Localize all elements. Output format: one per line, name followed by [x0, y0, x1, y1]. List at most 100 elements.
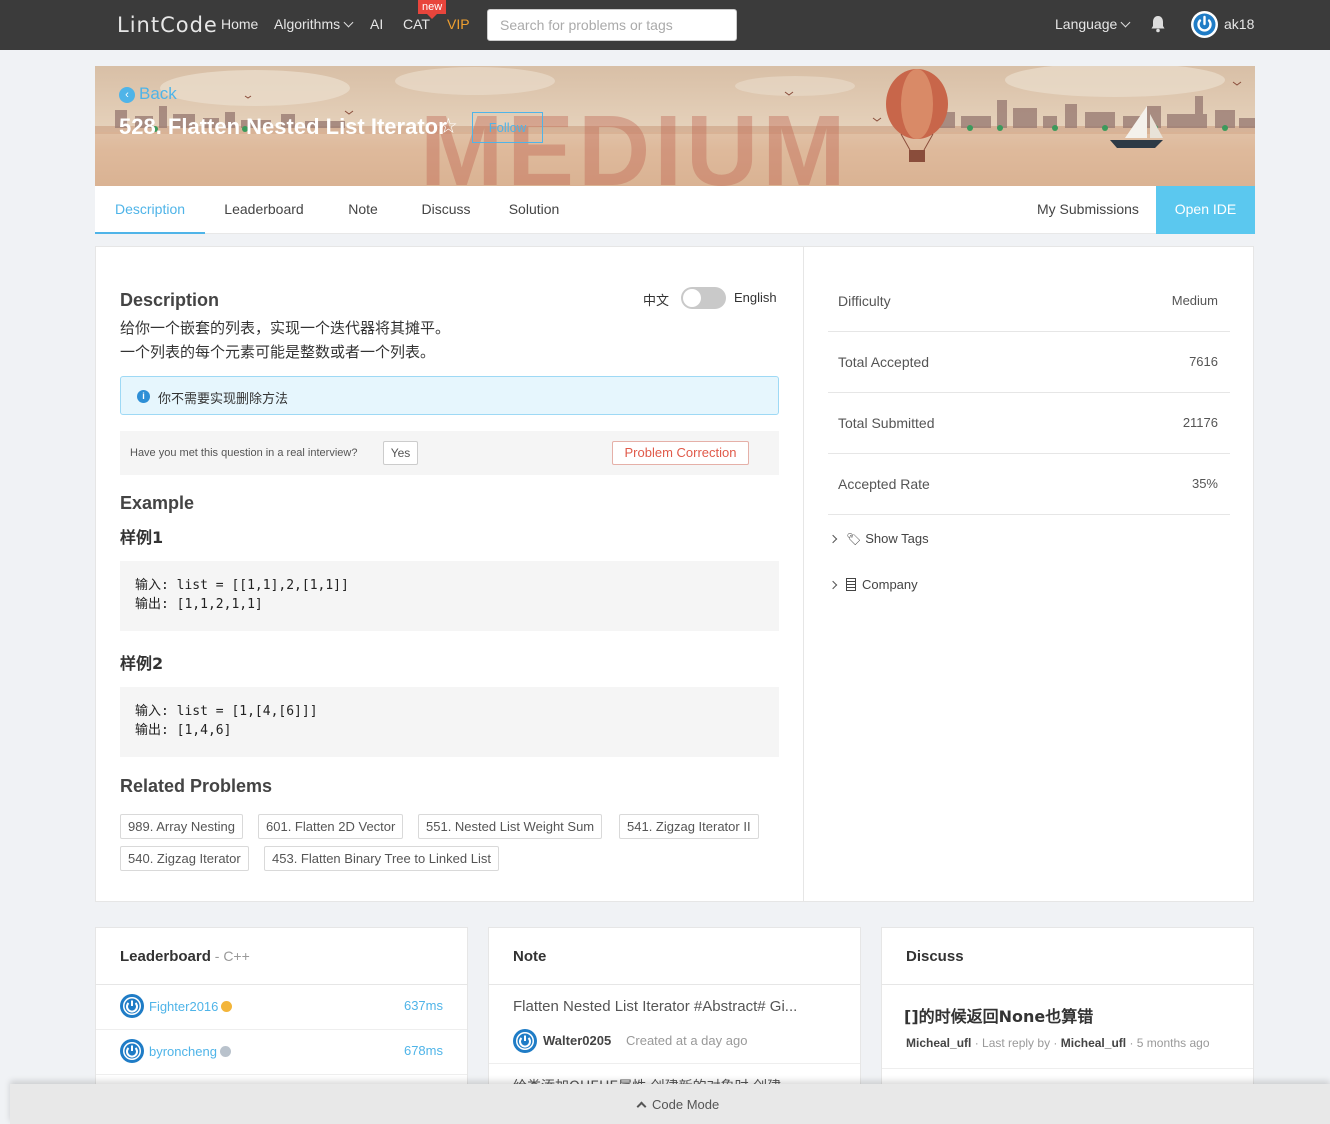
discuss-header: Discuss — [882, 928, 1253, 985]
tag-icon: 🏷 — [846, 532, 862, 546]
related-problem-tag[interactable]: 989. Array Nesting — [120, 814, 243, 839]
example-2-title: 样例2 — [120, 654, 164, 673]
divider — [882, 1068, 1253, 1069]
avatar — [120, 1039, 144, 1063]
interview-bar: Have you met this question in a real int… — [120, 431, 779, 475]
example-1-title: 样例1 — [120, 528, 164, 547]
divider — [489, 1063, 860, 1064]
nav-algorithms-menu[interactable]: Algorithms — [274, 16, 354, 32]
notice-text: 你不需要实现删除方法 — [158, 392, 289, 407]
nav-cat-link[interactable]: CAT — [403, 16, 430, 32]
discuss-last-replier[interactable]: Micheal_ufl — [1061, 1036, 1126, 1050]
building-icon — [846, 578, 856, 591]
star-icon[interactable]: ☆ — [439, 114, 458, 139]
note-author[interactable]: Walter0205 — [543, 1033, 611, 1048]
note-title: Note — [513, 948, 547, 965]
leaderboard-user[interactable]: byroncheng — [149, 1044, 217, 1059]
back-label: Back — [139, 84, 177, 103]
code-mode-bar[interactable]: Code Mode — [10, 1084, 1330, 1124]
stat-value: Medium — [1171, 293, 1218, 308]
note-item-title[interactable]: Flatten Nested List Iterator #Abstract# … — [513, 998, 797, 1015]
stat-value: 21176 — [1182, 415, 1218, 430]
discuss-meta: Micheal_ufl · Last reply by · Micheal_uf… — [906, 1036, 1210, 1050]
example-1-code: 输入: list = [[1,1],2,[1,1]] 输出: [1,1,2,1,… — [120, 561, 779, 631]
toggle-knob — [683, 289, 701, 307]
leaderboard-row[interactable]: Fighter2016 637ms — [96, 985, 467, 1030]
related-problems-heading: Related Problems — [120, 776, 273, 796]
problem-banner: MEDIUM ‹ Back 528. Flatten Nested List It… — [95, 66, 1255, 186]
chevron-down-icon — [1120, 17, 1131, 28]
toggle-english-label: English — [734, 290, 777, 305]
leaderboard-title: Leaderboard — [120, 948, 211, 965]
tab-solution[interactable]: Solution — [493, 186, 575, 234]
stat-row-difficulty: Difficulty Medium — [828, 271, 1230, 332]
language-label: Language — [1055, 16, 1118, 32]
example-2-code: 输入: list = [1,[4,[6]]] 输出: [1,4,6] — [120, 687, 779, 757]
discuss-last-reply-label: · Last reply by · — [974, 1036, 1058, 1050]
example-2-input: 输入: list = [1,[4,[6]]] — [135, 704, 318, 719]
description-line-2: 一个列表的每个元素可能是整数或者一个列表。 — [120, 343, 436, 361]
leaderboard-header: Leaderboard - C++ — [96, 928, 467, 985]
problem-correction-button[interactable]: Problem Correction — [612, 441, 749, 465]
username-label[interactable]: ak18 — [1224, 16, 1254, 32]
nav-ai-link[interactable]: AI — [370, 16, 383, 32]
leaderboard-row[interactable]: byroncheng 678ms — [96, 1030, 467, 1075]
description-panel: Description 中文 English 给你一个嵌套的列表，实现一个迭代器… — [95, 246, 804, 902]
company-toggle[interactable]: Company — [828, 577, 918, 592]
stat-label: Total Accepted — [838, 354, 930, 370]
stat-row-total-accepted: Total Accepted 7616 — [828, 332, 1230, 393]
tab-description[interactable]: Description — [95, 186, 205, 234]
company-label: Company — [862, 577, 918, 592]
tab-discuss[interactable]: Discuss — [405, 186, 487, 234]
tab-note[interactable]: Note — [327, 186, 399, 234]
chevron-up-icon — [636, 1101, 647, 1112]
example-1-output: 输出: [1,1,2,1,1] — [135, 597, 263, 612]
example-2-output: 输出: [1,4,6] — [135, 723, 232, 738]
related-problem-tag[interactable]: 540. Zigzag Iterator — [120, 846, 249, 871]
leaderboard-user[interactable]: Fighter2016 — [149, 999, 218, 1014]
nav-home-link[interactable]: Home — [221, 16, 258, 32]
show-tags-toggle[interactable]: 🏷 Show Tags — [828, 531, 929, 546]
discuss-author[interactable]: Micheal_ufl — [906, 1036, 971, 1050]
stat-label: Difficulty — [838, 293, 891, 309]
chevron-right-icon — [828, 580, 838, 590]
discuss-time: · 5 months ago — [1129, 1036, 1210, 1050]
related-problem-tag[interactable]: 541. Zigzag Iterator II — [619, 814, 759, 839]
nav-vip-link[interactable]: VIP — [447, 16, 470, 32]
discuss-title: Discuss — [906, 948, 964, 965]
avatar — [513, 1029, 537, 1053]
tab-leaderboard[interactable]: Leaderboard — [205, 186, 323, 234]
language-menu[interactable]: Language — [1055, 16, 1131, 32]
problem-tabs: Description Leaderboard Note Discuss Sol… — [95, 186, 1255, 234]
stat-row-accepted-rate: Accepted Rate 35% — [828, 454, 1230, 515]
language-toggle[interactable] — [681, 287, 726, 309]
info-icon: i — [137, 390, 150, 403]
avatar — [120, 994, 144, 1018]
notice-box: i 你不需要实现删除方法 — [120, 376, 779, 415]
show-tags-label: Show Tags — [865, 531, 929, 546]
lintcode-logo[interactable]: LintCode — [117, 13, 218, 37]
interview-yes-button[interactable]: Yes — [383, 441, 418, 465]
related-problem-tag[interactable]: 453. Flatten Binary Tree to Linked List — [264, 846, 499, 871]
bell-icon[interactable] — [1150, 15, 1166, 33]
search-input[interactable] — [487, 9, 737, 41]
user-avatar[interactable] — [1191, 11, 1218, 38]
stat-row-total-submitted: Total Submitted 21176 — [828, 393, 1230, 454]
nav-algorithms-label: Algorithms — [274, 16, 341, 32]
back-link[interactable]: ‹ Back — [119, 84, 177, 104]
silver-medal-icon — [219, 1046, 231, 1057]
related-problem-tag[interactable]: 601. Flatten 2D Vector — [258, 814, 404, 839]
stat-value: 35% — [1191, 476, 1218, 491]
leaderboard-time: 678ms — [403, 1043, 443, 1058]
discuss-topic-title[interactable]: []的时候返回None也算错 — [904, 1003, 1093, 1027]
open-ide-button[interactable]: Open IDE — [1156, 186, 1255, 234]
toggle-chinese-label: 中文 — [643, 294, 670, 309]
note-created: Created at a day ago — [626, 1033, 748, 1048]
description-heading: Description — [120, 290, 220, 310]
related-problem-tag[interactable]: 551. Nested List Weight Sum — [418, 814, 603, 839]
my-submissions-link[interactable]: My Submissions — [1037, 186, 1139, 232]
follow-button[interactable]: Follow — [472, 112, 543, 143]
description-line-1: 给你一个嵌套的列表，实现一个迭代器将其摊平。 — [120, 319, 451, 337]
top-navbar: LintCode Home Algorithms AI CAT new VIP … — [0, 0, 1330, 50]
leaderboard-time: 637ms — [403, 998, 443, 1013]
